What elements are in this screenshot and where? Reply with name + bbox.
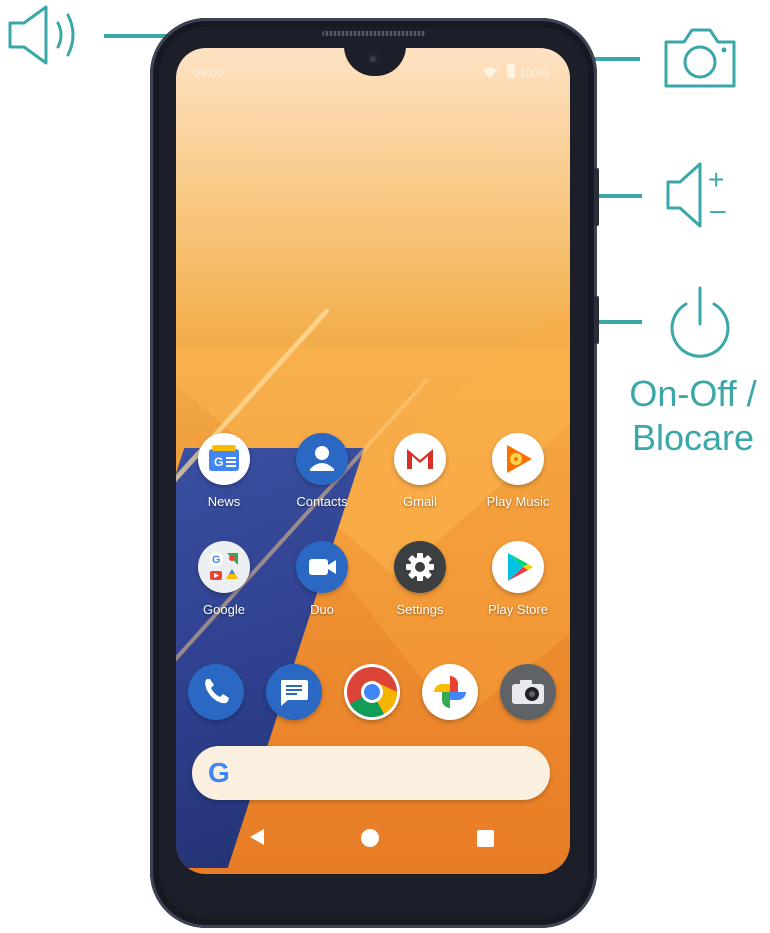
- app-label: Play Music: [486, 494, 550, 509]
- power-label-line1: On-Off /: [629, 373, 757, 414]
- volume-plus-label: +: [708, 164, 725, 195]
- app-label: News: [207, 494, 241, 509]
- app-contacts[interactable]: Contacts: [282, 433, 362, 509]
- chrome-icon[interactable]: [344, 664, 400, 720]
- front-camera-callout-icon: [660, 24, 740, 92]
- gmail-icon: [394, 433, 446, 485]
- app-news[interactable]: G News: [184, 433, 264, 509]
- camera-icon: [664, 28, 736, 88]
- app-label: Duo: [310, 602, 334, 617]
- google-g-icon: G: [208, 757, 230, 788]
- app-gmail[interactable]: Gmail: [380, 433, 460, 509]
- svg-text:G: G: [212, 554, 221, 566]
- photos-icon[interactable]: [422, 664, 478, 720]
- battery-icon: [507, 64, 515, 78]
- power-button[interactable]: [594, 296, 599, 344]
- app-label: Settings: [396, 602, 444, 617]
- status-time: 09:00: [193, 66, 224, 80]
- power-icon: [670, 286, 730, 358]
- app-label: Gmail: [403, 494, 437, 509]
- google-news-icon: G: [198, 433, 250, 485]
- app-duo[interactable]: Duo: [282, 541, 362, 617]
- duo-icon: [296, 541, 348, 593]
- app-google-folder[interactable]: G Google: [184, 541, 264, 617]
- app-label: Google: [203, 602, 245, 617]
- google-search-bar[interactable]: G: [192, 746, 550, 800]
- earpiece-grille: [322, 31, 426, 36]
- power-label-line2: Blocare: [631, 417, 755, 458]
- play-store-icon: [492, 541, 544, 593]
- app-play-store[interactable]: Play Store: [478, 541, 558, 617]
- wallpaper-blue-panel: [176, 448, 365, 868]
- power-callout-icon: [664, 286, 736, 366]
- contacts-icon: [296, 433, 348, 485]
- speaker-icon: [8, 5, 75, 65]
- front-camera-lens: [367, 53, 379, 65]
- volume-icon: [666, 162, 702, 228]
- back-icon[interactable]: [248, 827, 266, 852]
- power-label: On-Off / Blocare: [622, 372, 764, 460]
- app-label: Play Store: [488, 602, 548, 617]
- recents-icon[interactable]: [477, 830, 494, 847]
- home-icon[interactable]: [361, 829, 379, 847]
- settings-icon: [394, 541, 446, 593]
- power-callout-line: [596, 320, 642, 324]
- earpiece-callout-icon: [6, 3, 86, 67]
- volume-minus-label: –: [710, 194, 726, 225]
- app-play-music[interactable]: Play Music: [478, 433, 558, 509]
- play-music-icon: [492, 433, 544, 485]
- app-settings[interactable]: Settings: [380, 541, 460, 617]
- volume-callout-line: [596, 194, 642, 198]
- camera-app-icon[interactable]: [500, 664, 556, 720]
- google-folder-icon: G: [198, 541, 250, 593]
- volume-button[interactable]: [594, 168, 599, 226]
- status-battery: 100%: [519, 66, 550, 80]
- messages-icon[interactable]: [266, 664, 322, 720]
- volume-callout-icon: + –: [664, 160, 744, 232]
- phone-icon[interactable]: [188, 664, 244, 720]
- svg-text:G: G: [214, 455, 223, 469]
- app-label: Contacts: [296, 494, 348, 509]
- wifi-icon: [483, 66, 497, 84]
